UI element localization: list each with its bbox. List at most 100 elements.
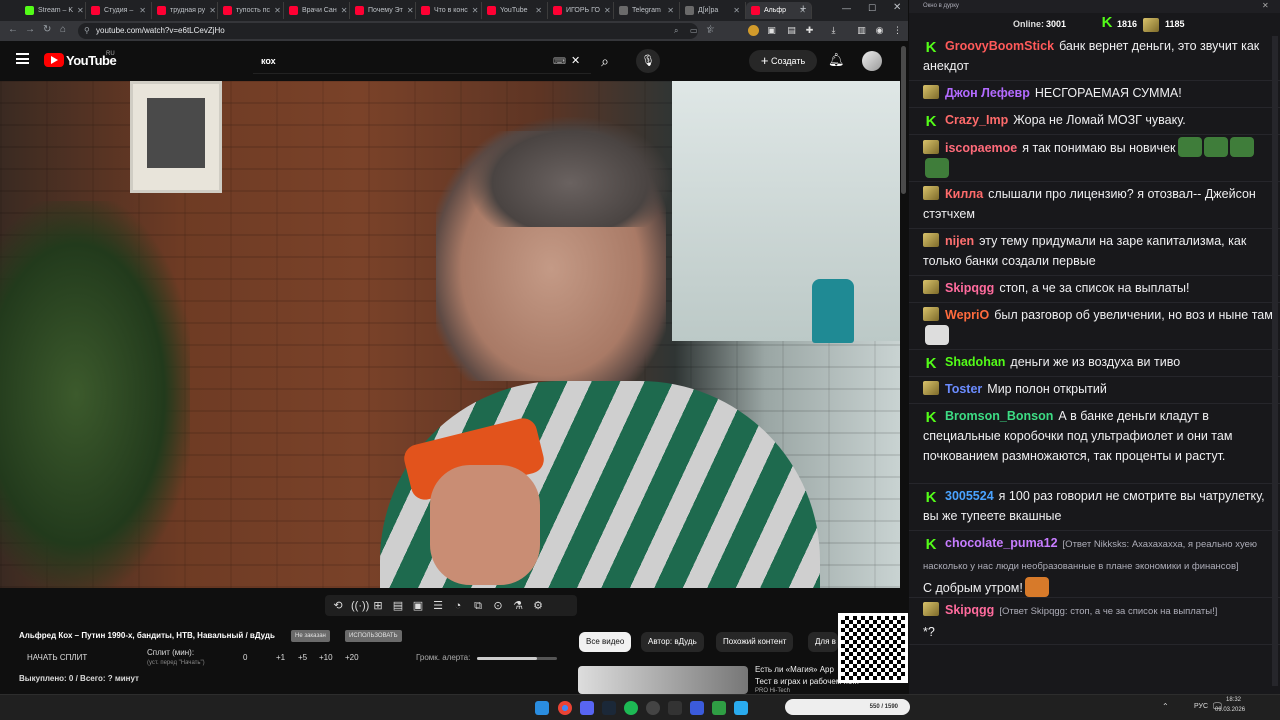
back-icon[interactable]: ← [8, 24, 18, 35]
browser-tab[interactable]: Студия – ✕ [86, 2, 152, 19]
gear-icon[interactable]: ⚙ [531, 599, 545, 613]
telegram-icon[interactable] [734, 701, 748, 715]
search-icon[interactable]: ⌕ [592, 50, 618, 72]
app-icon[interactable] [690, 701, 704, 715]
tab-close-icon[interactable]: ✕ [139, 6, 146, 15]
more-icon[interactable]: ⋮ [892, 25, 903, 36]
reload-icon[interactable]: ↻ [43, 24, 51, 35]
chat-username[interactable]: GroovyBoomStick [945, 39, 1054, 53]
picture-in-picture-icon[interactable]: ⧉ [471, 599, 485, 613]
chat-username[interactable]: nijen [945, 234, 974, 248]
chat-username[interactable]: Skipqgg [945, 281, 994, 295]
browser-tab[interactable]: Врачи Сан ✕ [284, 2, 350, 19]
browser-tab[interactable]: Telegram ✕ [614, 2, 680, 19]
browser-tab[interactable]: Почему Эт ✕ [350, 2, 416, 19]
browser-tab[interactable]: Что в конс ✕ [416, 2, 482, 19]
zoom-icon[interactable]: ⌕ [674, 23, 678, 39]
split-plus-10-button[interactable]: +10 [319, 653, 333, 662]
filter-author[interactable]: Автор: вДудь [641, 632, 704, 652]
speed-icon[interactable]: ◔ [451, 599, 465, 613]
start-split-button[interactable]: НАЧАТЬ СПЛИТ [27, 653, 87, 662]
browser-tab[interactable]: тупость пс ✕ [218, 2, 284, 19]
screenshot-icon[interactable]: ⊙ [491, 599, 505, 613]
clock-date[interactable]: 09.03.2026 [1215, 707, 1245, 713]
loop-icon[interactable]: ⟲ [331, 599, 345, 613]
obs-icon[interactable] [646, 701, 660, 715]
tray-chevron-icon[interactable]: ⌃ [1162, 702, 1169, 711]
chat-username[interactable]: Toster [945, 382, 982, 396]
page-scrollbar[interactable] [901, 46, 906, 194]
browser-tab[interactable]: трудная ру ✕ [152, 2, 218, 19]
close-chat-icon[interactable]: ✕ [1262, 1, 1269, 10]
split-value-0[interactable]: 0 [243, 653, 247, 662]
clapperboard-icon[interactable]: ▤ [391, 599, 405, 613]
split-plus-20-button[interactable]: +20 [345, 653, 359, 662]
chat-username[interactable]: iscopaemoe [945, 141, 1017, 155]
meme-party-widget[interactable]: 550 / 1590 [785, 699, 910, 715]
cast-icon[interactable]: ▭ [690, 23, 698, 39]
tab-close-icon[interactable]: ✕ [604, 6, 611, 15]
chat-username[interactable]: Килла [945, 187, 983, 201]
maximize-icon[interactable]: ☐ [868, 3, 876, 14]
chat-username[interactable]: 3005524 [945, 489, 994, 503]
new-tab-button[interactable]: + [800, 3, 806, 15]
chat-username[interactable]: Skipqgg [945, 603, 994, 617]
browser-tab[interactable]: YouTube ✕ [482, 2, 548, 19]
site-info-icon[interactable]: ⚲ [84, 23, 90, 39]
clear-search-icon[interactable]: ✕ [571, 49, 580, 74]
browser-tab[interactable]: ИГОРЬ ГО ✕ [548, 2, 614, 19]
chat-username[interactable]: chocolate_puma12 [945, 536, 1058, 550]
home-icon[interactable]: ⌂ [60, 24, 66, 35]
cinema-mode-icon[interactable]: ▣ [411, 599, 425, 613]
keyboard-icon[interactable]: ⌨ [553, 49, 566, 74]
filter-all-videos[interactable]: Все видео [579, 632, 632, 652]
extension-icon[interactable]: ▤ [786, 25, 797, 36]
menu-icon[interactable] [16, 53, 29, 64]
browser-tab[interactable]: Д[и]ра ✕ [680, 2, 746, 19]
close-window-icon[interactable]: ✕ [893, 2, 901, 13]
subtitles-icon[interactable]: ☰ [431, 599, 445, 613]
language-indicator[interactable]: РУС [1194, 703, 1208, 710]
chat-scrollbar[interactable] [1272, 36, 1278, 686]
tab-close-icon[interactable]: ✕ [733, 6, 740, 15]
alert-volume-slider[interactable] [477, 657, 557, 660]
app-icon[interactable] [712, 701, 726, 715]
search-input[interactable]: кох ⌨ ✕ [253, 49, 591, 74]
chrome-icon[interactable] [558, 701, 572, 715]
flask-icon[interactable]: ⚗ [511, 599, 525, 613]
tab-close-icon[interactable]: ✕ [77, 6, 84, 15]
filter-similar[interactable]: Похожий контент [716, 632, 794, 652]
discord-icon[interactable] [580, 701, 594, 715]
recommended-title[interactable]: Есть ли «Магия» App [755, 665, 834, 674]
chat-username[interactable]: Shadohan [945, 355, 1005, 369]
chat-username[interactable]: Crazy_Imp [945, 113, 1008, 127]
extension-icon[interactable] [748, 25, 759, 36]
bell-icon[interactable]: 🔔︎ [828, 52, 845, 68]
app-icon[interactable] [668, 701, 682, 715]
tab-close-icon[interactable]: ✕ [667, 6, 674, 15]
mic-icon[interactable]: 🎙︎ [636, 49, 660, 73]
youtube-logo-icon[interactable] [44, 53, 64, 67]
recommended-thumbnail[interactable] [578, 666, 748, 694]
browser-tab[interactable]: Stream – K ✕ [20, 2, 86, 19]
filter-for-you[interactable]: Для в [808, 632, 838, 652]
tab-close-icon[interactable]: ✕ [209, 6, 216, 15]
extension-counter-icon[interactable]: ▣ [766, 25, 777, 36]
spotify-icon[interactable] [624, 701, 638, 715]
use-button[interactable]: ИСПОЛЬЗОВАТЬ [345, 630, 402, 642]
side-panel-icon[interactable]: ▥ [856, 25, 867, 36]
tab-close-icon[interactable]: ✕ [472, 6, 479, 15]
split-plus-1-button[interactable]: +1 [276, 653, 285, 662]
tab-close-icon[interactable]: ✕ [407, 6, 414, 15]
video-player[interactable] [0, 81, 900, 588]
autoplay-icon[interactable]: ⊞ [371, 599, 385, 613]
chat-username[interactable]: WepriO [945, 308, 989, 322]
clock-time[interactable]: 18:32 [1226, 697, 1241, 703]
address-bar[interactable]: ⚲ youtube.com/watch?v=e6tLCevZjHo ⌕ ▭ ⇪ [78, 23, 713, 39]
bookmark-star-icon[interactable]: ☆ [706, 24, 715, 35]
tab-close-icon[interactable]: ✕ [535, 6, 542, 15]
order-status-chip[interactable]: Не заказан [291, 630, 330, 642]
minimize-icon[interactable]: — [842, 3, 851, 13]
broadcast-icon[interactable]: ((·)) [351, 599, 369, 613]
chat-username[interactable]: Джон Лефевр [945, 86, 1030, 100]
